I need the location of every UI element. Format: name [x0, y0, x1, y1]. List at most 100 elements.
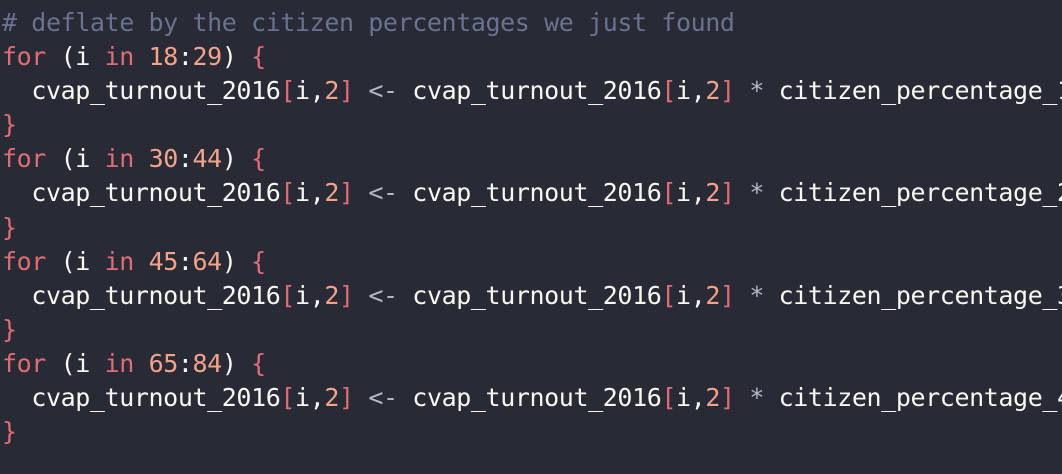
index-comma: ,	[309, 76, 325, 106]
row-index: i	[295, 383, 310, 413]
index-comma: ,	[690, 280, 706, 310]
right-bracket: ]	[339, 178, 354, 208]
close-brace: }	[2, 314, 17, 344]
range-colon: :	[177, 246, 193, 276]
range-start: 45	[148, 246, 179, 276]
column-index: 2	[324, 76, 340, 106]
open-paren: (	[60, 246, 76, 276]
column-index: 2	[324, 178, 340, 208]
close-brace: }	[2, 212, 17, 242]
range-colon: :	[177, 348, 193, 378]
open-brace: {	[251, 348, 266, 378]
range-end: 64	[192, 246, 223, 276]
code-line-for-header: for (i in 18:29) {	[2, 40, 1062, 74]
left-bracket: [	[661, 280, 677, 310]
close-paren: )	[221, 348, 237, 378]
assign-operator: <-	[368, 178, 398, 208]
open-paren: (	[60, 144, 76, 174]
close-brace: }	[2, 110, 17, 140]
range-start: 18	[148, 42, 179, 72]
right-bracket: ]	[720, 383, 735, 413]
assign-operator: <-	[368, 76, 398, 106]
right-bracket: ]	[720, 76, 735, 106]
range-start: 65	[148, 348, 179, 378]
assign-source: cvap_turnout_2016	[412, 178, 662, 208]
assign-target: cvap_turnout_2016	[31, 280, 281, 310]
column-index: 2	[705, 76, 720, 106]
left-bracket: [	[280, 280, 296, 310]
range-colon: :	[177, 144, 193, 174]
for-keyword: for	[2, 144, 46, 174]
index-comma: ,	[309, 178, 325, 208]
open-brace: {	[251, 246, 266, 276]
open-brace: {	[251, 144, 266, 174]
column-index: 2	[324, 383, 340, 413]
column-index: 2	[705, 178, 720, 208]
range-start: 30	[148, 144, 179, 174]
range-end: 84	[192, 348, 223, 378]
code-line-close: }	[2, 313, 1062, 347]
in-keyword: in	[104, 144, 135, 174]
range-end: 29	[192, 42, 223, 72]
assign-source: cvap_turnout_2016	[412, 383, 662, 413]
range-end: 44	[192, 144, 223, 174]
code-line-assignment: cvap_turnout_2016[i,2] <- cvap_turnout_2…	[2, 176, 1062, 210]
code-comment: # deflate by the citizen percentages we …	[2, 8, 735, 37]
code-line-for-header: for (i in 65:84) {	[2, 347, 1062, 381]
code-editor[interactable]: # deflate by the citizen percentages we …	[0, 0, 1062, 474]
code-line-assignment: cvap_turnout_2016[i,2] <- cvap_turnout_2…	[2, 279, 1062, 313]
code-line-for-header: for (i in 30:44) {	[2, 142, 1062, 176]
loop-variable: i	[75, 42, 90, 72]
index-comma: ,	[309, 280, 325, 310]
code-line-close: }	[2, 211, 1062, 245]
close-paren: )	[221, 144, 237, 174]
for-keyword: for	[2, 348, 46, 378]
assign-operator: <-	[368, 280, 398, 310]
open-paren: (	[60, 348, 76, 378]
loop-variable: i	[75, 348, 90, 378]
row-index: i	[295, 178, 310, 208]
code-line-close: }	[2, 108, 1062, 142]
in-keyword: in	[104, 246, 135, 276]
multiply-operator: *	[749, 76, 764, 106]
open-brace: {	[251, 42, 266, 72]
column-index: 2	[705, 280, 720, 310]
code-line-close: }	[2, 415, 1062, 449]
left-bracket: [	[661, 76, 677, 106]
row-index: i	[295, 280, 310, 310]
left-bracket: [	[280, 383, 296, 413]
index-comma: ,	[309, 383, 325, 413]
close-paren: )	[221, 246, 237, 276]
left-bracket: [	[661, 383, 677, 413]
multiply-operator: *	[749, 280, 764, 310]
right-bracket: ]	[339, 383, 354, 413]
left-bracket: [	[661, 178, 677, 208]
multiply-operator: *	[749, 383, 764, 413]
left-bracket: [	[280, 76, 296, 106]
close-brace: }	[2, 417, 17, 447]
citizen-percentage-factor: citizen_percentage_1	[778, 76, 1062, 106]
multiply-operator: *	[749, 178, 764, 208]
index-comma: ,	[690, 383, 706, 413]
for-keyword: for	[2, 42, 46, 72]
code-line-assignment: cvap_turnout_2016[i,2] <- cvap_turnout_2…	[2, 74, 1062, 108]
assign-operator: <-	[368, 383, 398, 413]
assign-target: cvap_turnout_2016	[31, 383, 281, 413]
column-index: 2	[705, 383, 720, 413]
row-index: i	[676, 383, 691, 413]
open-paren: (	[60, 42, 76, 72]
code-line-assignment: cvap_turnout_2016[i,2] <- cvap_turnout_2…	[2, 381, 1062, 415]
right-bracket: ]	[339, 280, 354, 310]
row-index: i	[676, 76, 691, 106]
row-index: i	[676, 178, 691, 208]
right-bracket: ]	[720, 280, 735, 310]
in-keyword: in	[104, 42, 135, 72]
in-keyword: in	[104, 348, 135, 378]
assign-source: cvap_turnout_2016	[412, 280, 662, 310]
right-bracket: ]	[339, 76, 354, 106]
index-comma: ,	[690, 178, 706, 208]
assign-source: cvap_turnout_2016	[412, 76, 662, 106]
